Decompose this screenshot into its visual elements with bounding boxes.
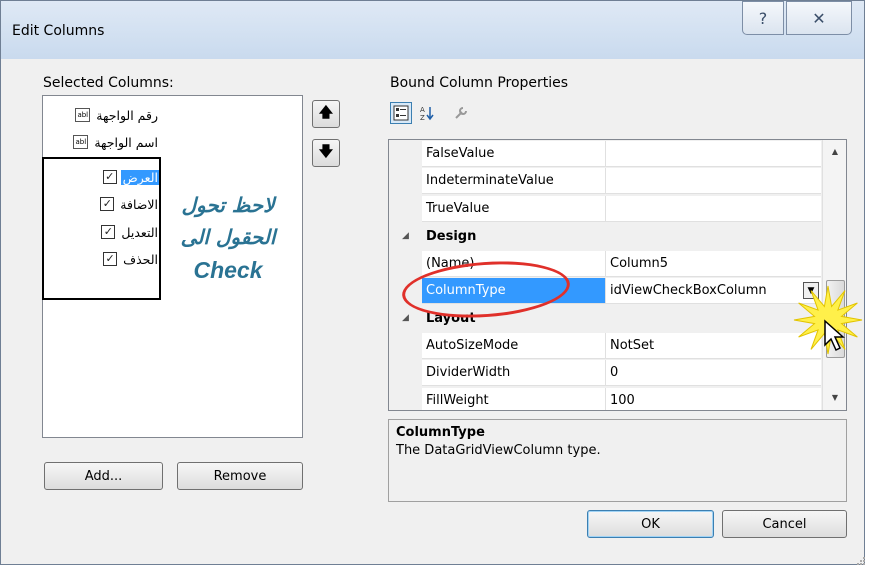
list-item-label: اسم الواجهة	[94, 134, 158, 150]
description-panel: ColumnType The DataGridViewColumn type.	[388, 419, 847, 502]
textbox-column-icon: abl	[75, 108, 91, 122]
property-value[interactable]: idViewCheckBoxColumn	[606, 278, 821, 304]
property-value[interactable]: 100	[606, 387, 821, 410]
property-row[interactable]: DividerWidth 0	[389, 360, 821, 388]
property-value[interactable]	[606, 168, 821, 195]
property-row[interactable]: IndeterminateValue	[389, 168, 821, 196]
arrow-up-icon: 🡅	[318, 105, 334, 121]
row-gutter	[389, 387, 422, 410]
property-row[interactable]: FillWeight 100	[389, 387, 821, 410]
textbox-column-icon: abl	[73, 135, 89, 149]
property-name[interactable]: DividerWidth	[422, 360, 606, 387]
list-item[interactable]: رقم الواجهة abl	[75, 104, 160, 126]
property-name[interactable]: AutoSizeMode	[422, 332, 606, 359]
property-value[interactable]: 0	[606, 360, 821, 387]
property-value[interactable]	[606, 141, 821, 167]
description-text: The DataGridViewColumn type.	[396, 443, 601, 458]
categorized-button[interactable]	[390, 102, 412, 124]
property-pages-button[interactable]	[450, 102, 472, 124]
property-name[interactable]: FalseValue	[422, 141, 606, 167]
annotation-line-3: Check	[193, 257, 263, 283]
svg-text:A: A	[420, 106, 425, 114]
property-grid-scrollbar[interactable]: ▲ ▼	[822, 140, 846, 410]
list-item-label: رقم الواجهة	[96, 107, 158, 123]
checkbox-columns-outline	[42, 157, 161, 300]
property-name[interactable]: TrueValue	[422, 195, 606, 222]
remove-button[interactable]: Remove	[177, 462, 303, 490]
property-toolbar: AZ	[388, 100, 498, 128]
resize-grip-icon[interactable]	[855, 555, 865, 565]
row-gutter	[389, 141, 422, 168]
arrow-down-icon: 🡇	[318, 144, 334, 160]
list-item[interactable]: اسم الواجهة abl	[73, 131, 160, 153]
sort-az-icon: AZ	[420, 106, 434, 121]
window-title: Edit Columns	[12, 23, 105, 39]
help-button[interactable]: ?	[742, 1, 784, 35]
row-gutter	[389, 250, 422, 278]
annotation-line-2: الحقول الى	[180, 225, 276, 249]
cancel-button[interactable]: Cancel	[722, 510, 847, 538]
scroll-down-icon[interactable]: ▼	[823, 388, 846, 408]
wrench-icon	[455, 107, 467, 119]
annotation-line-1: لاحظ تحول	[181, 193, 275, 217]
svg-text:Z: Z	[420, 114, 425, 121]
category-design[interactable]: ◢ Design	[389, 223, 821, 251]
move-up-button[interactable]: 🡅	[312, 100, 340, 128]
property-name[interactable]: IndeterminateValue	[422, 168, 606, 195]
row-gutter	[389, 168, 422, 196]
collapse-triangle-icon[interactable]: ◢	[402, 305, 409, 332]
close-button[interactable]: ✕	[786, 1, 852, 35]
property-value[interactable]: NotSet	[606, 332, 821, 359]
property-value[interactable]	[606, 195, 821, 222]
scroll-up-icon[interactable]: ▲	[823, 142, 846, 162]
ok-button[interactable]: OK	[587, 510, 714, 538]
row-gutter	[389, 195, 422, 223]
alphabetical-button[interactable]: AZ	[416, 102, 438, 124]
close-icon: ✕	[812, 8, 826, 28]
collapse-triangle-icon[interactable]: ◢	[402, 223, 409, 250]
move-down-button[interactable]: 🡇	[312, 139, 340, 167]
description-title: ColumnType	[396, 425, 485, 440]
property-value[interactable]: Column5	[606, 250, 821, 277]
add-button[interactable]: Add...	[44, 462, 163, 490]
selected-columns-label: Selected Columns:	[43, 75, 174, 91]
property-row[interactable]: FalseValue	[389, 141, 821, 168]
property-row[interactable]: AutoSizeMode NotSet	[389, 332, 821, 360]
row-gutter	[389, 332, 422, 360]
categorized-icon	[393, 105, 409, 121]
row-gutter	[389, 360, 422, 388]
property-row[interactable]: TrueValue	[389, 195, 821, 223]
title-bar: Edit Columns ? ✕	[1, 1, 864, 59]
properties-label: Bound Column Properties	[390, 75, 569, 91]
help-icon: ?	[758, 8, 768, 28]
property-name[interactable]: FillWeight	[422, 387, 606, 410]
highlight-burst	[793, 285, 863, 355]
category-label: Design	[426, 229, 477, 245]
